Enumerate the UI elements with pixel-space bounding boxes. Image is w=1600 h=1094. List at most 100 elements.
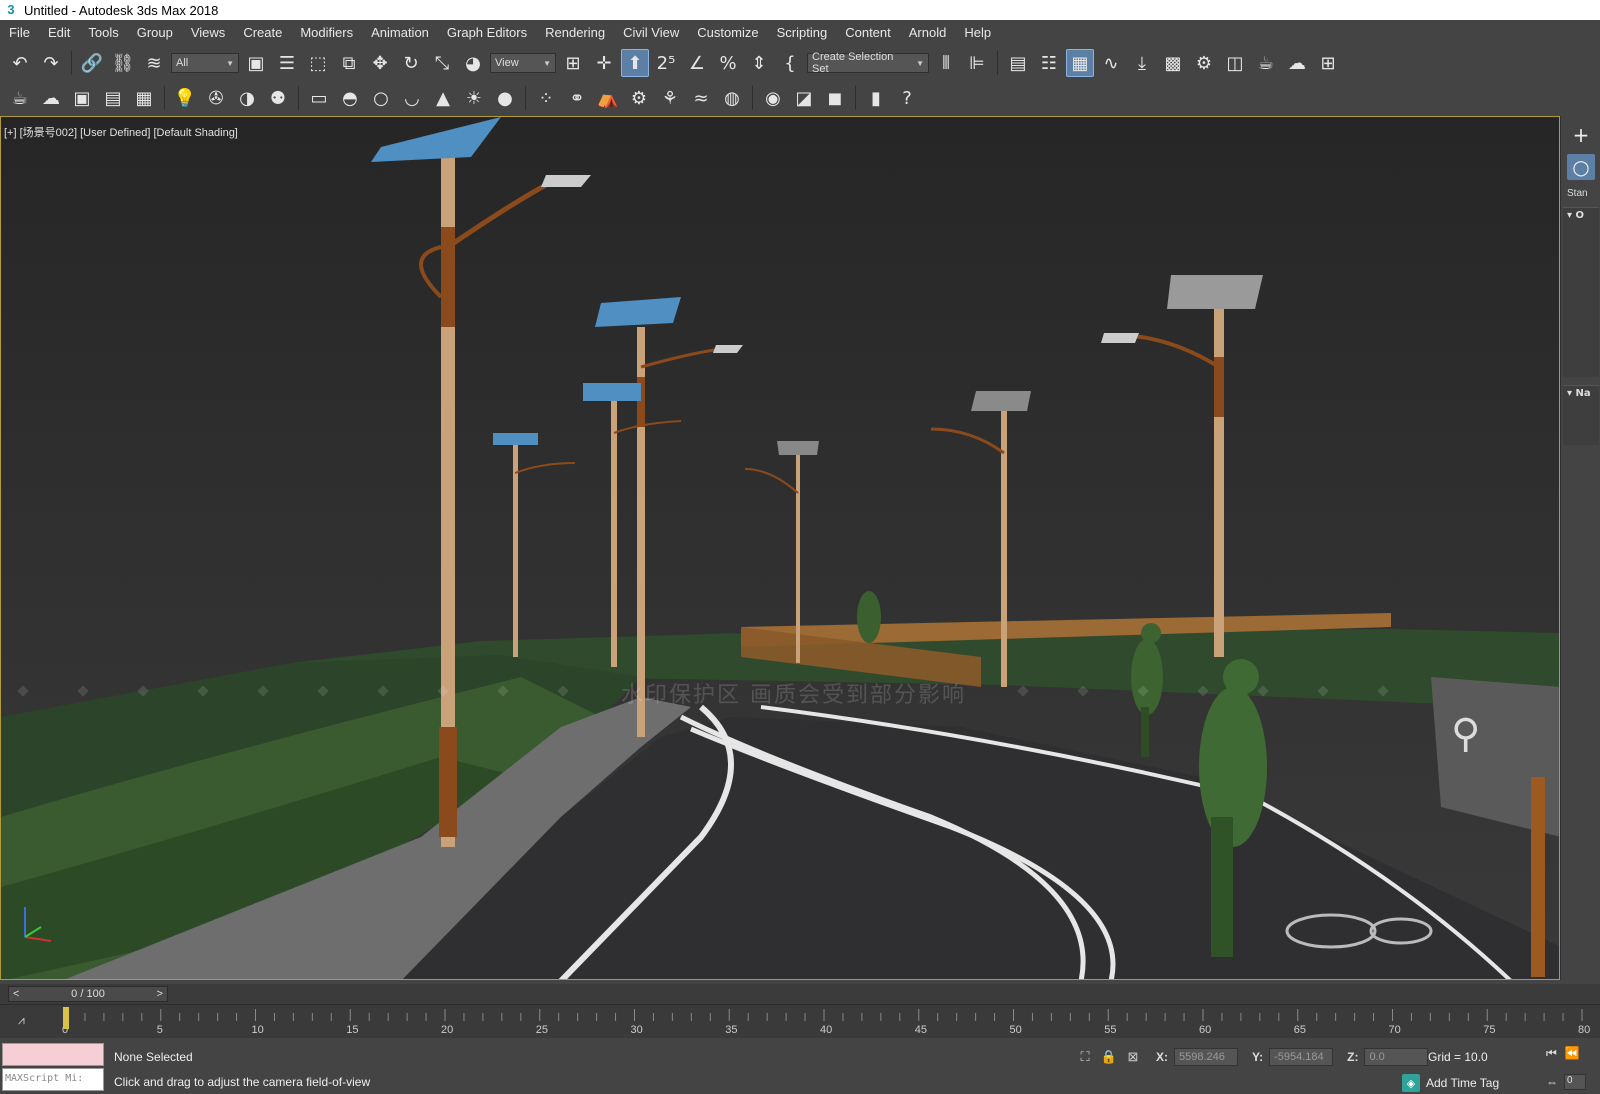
menu-civil-view[interactable]: Civil View [614, 25, 688, 40]
menu-file[interactable]: File [0, 25, 39, 40]
geometry-category-icon[interactable]: ○ [1567, 154, 1595, 180]
add-time-tag[interactable]: ◈ Add Time Tag [1402, 1074, 1499, 1092]
maxscript-output[interactable] [2, 1043, 104, 1066]
menu-graph-editors[interactable]: Graph Editors [438, 25, 536, 40]
render-view-icon[interactable]: ◼ [821, 84, 849, 112]
menu-content[interactable]: Content [836, 25, 900, 40]
curve-editor-icon[interactable]: ∿ [1097, 49, 1125, 77]
table-icon[interactable]: ▦ [130, 84, 158, 112]
bowl-icon[interactable]: ◡ [398, 84, 426, 112]
x-field[interactable]: 5598.246 [1174, 1048, 1238, 1066]
menu-rendering[interactable]: Rendering [536, 25, 614, 40]
named-selection-dropdown[interactable]: Create Selection Set ▼ [807, 51, 929, 75]
mirror-icon[interactable]: ⫴ [932, 49, 960, 77]
place-icon[interactable]: ◕ [459, 49, 487, 77]
menu-modifiers[interactable]: Modifiers [291, 25, 362, 40]
link-icon[interactable]: 🔗 [78, 49, 106, 77]
keyboard-shortcut-override-icon[interactable]: ⬆ [621, 49, 649, 77]
scene-explorer-icon[interactable]: ▤ [1004, 49, 1032, 77]
camera-icon[interactable]: ✇ [202, 84, 230, 112]
select-by-name-icon[interactable]: ☰ [273, 49, 301, 77]
render-iterative-icon[interactable]: ☁ [1283, 49, 1311, 77]
track-bar[interactable]: ⩘ 0 5 10 15 20 25 30 35 40 45 50 55 60 65 70 75 80 [0, 1004, 1600, 1038]
maxscript-listener[interactable]: MAXScript Mi: [2, 1043, 104, 1093]
redo-icon[interactable]: ↷ [37, 49, 65, 77]
absolute-mode-icon[interactable]: ⊠ [1124, 1049, 1142, 1065]
light-bulb-icon[interactable]: 💡 [171, 84, 199, 112]
name-color-rollout[interactable]: ▾ Na [1563, 385, 1599, 445]
fur-ball-icon[interactable]: ◍ [718, 84, 746, 112]
menu-tools[interactable]: Tools [79, 25, 127, 40]
pivot-center-icon[interactable]: ⊞ [559, 49, 587, 77]
key-mode-icon[interactable]: ⇔ [1546, 1075, 1558, 1089]
sphere-light-icon[interactable]: ○ [367, 84, 395, 112]
time-slider[interactable]: < 0 / 100 > [8, 986, 168, 1002]
molecule-icon[interactable]: ⚭ [563, 84, 591, 112]
layer-explorer-icon[interactable]: ☷ [1035, 49, 1063, 77]
previous-frame-icon[interactable]: ⏪ [1565, 1046, 1580, 1061]
menu-help[interactable]: Help [955, 25, 1000, 40]
current-frame-field[interactable]: 0 [1564, 1074, 1586, 1090]
schematic-view-icon[interactable]: ⤓ [1128, 49, 1156, 77]
plane-icon[interactable]: ▭ [305, 84, 333, 112]
film-icon[interactable]: ⚉ [264, 84, 292, 112]
help-icon[interactable]: ? [893, 84, 921, 112]
rendered-frame-window-icon[interactable]: ◫ [1221, 49, 1249, 77]
list-icon[interactable]: ▤ [99, 84, 127, 112]
disc-icon[interactable]: ● [491, 84, 519, 112]
dome-icon[interactable]: ◓ [336, 84, 364, 112]
align-icon[interactable]: ⊫ [963, 49, 991, 77]
maxscript-input[interactable]: MAXScript Mi: [2, 1068, 104, 1091]
render-frame-icon[interactable]: ▣ [68, 84, 96, 112]
render-production-icon[interactable]: ☕ [1252, 49, 1280, 77]
y-field[interactable]: -5954.184 [1269, 1048, 1334, 1066]
spinner-snap-icon[interactable]: ⇕ [745, 49, 773, 77]
selection-filter-dropdown[interactable]: All ▼ [171, 53, 239, 73]
particles-icon[interactable]: ⁘ [532, 84, 560, 112]
tent-icon[interactable]: ⛺ [594, 84, 622, 112]
sun-icon[interactable]: ☀ [460, 84, 488, 112]
percent-snap-icon[interactable]: % [714, 49, 742, 77]
teapot-icon[interactable]: ☕ [6, 84, 34, 112]
render-setup-icon[interactable]: ⚙ [1190, 49, 1218, 77]
time-next-button[interactable]: > [153, 988, 167, 1000]
cone-icon[interactable]: ▲ [429, 84, 457, 112]
lock-icon[interactable]: 🔒 [1100, 1049, 1118, 1065]
rectangular-selection-icon[interactable]: ⬚ [304, 49, 332, 77]
rotate-icon[interactable]: ↻ [397, 49, 425, 77]
render-in-cloud-icon[interactable]: ⊞ [1314, 49, 1342, 77]
unlink-icon[interactable]: ⛓ [109, 49, 137, 77]
sound-icon[interactable]: ◑ [233, 84, 261, 112]
bind-spacewarp-icon[interactable]: ≋ [140, 49, 168, 77]
material-editor-icon[interactable]: ▩ [1159, 49, 1187, 77]
time-prev-button[interactable]: < [9, 988, 23, 1000]
material-sphere-icon[interactable]: ◉ [759, 84, 787, 112]
window-crossing-icon[interactable]: ⧉ [335, 49, 363, 77]
menu-edit[interactable]: Edit [39, 25, 79, 40]
menu-customize[interactable]: Customize [688, 25, 767, 40]
grass-icon[interactable]: ⚘ [656, 84, 684, 112]
reference-coordinate-dropdown[interactable]: View ▼ [490, 53, 556, 73]
cloud-icon[interactable]: ☁ [37, 84, 65, 112]
isolate-selection-icon[interactable]: ⛶ [1076, 1049, 1094, 1065]
menu-animation[interactable]: Animation [362, 25, 438, 40]
create-panel-icon[interactable]: + [1567, 122, 1595, 148]
object-type-rollout[interactable]: ▾ O [1563, 207, 1599, 377]
angle-snap-icon[interactable]: ∠ [683, 49, 711, 77]
shader-icon[interactable]: ◪ [790, 84, 818, 112]
go-to-start-icon[interactable]: ⏮ [1546, 1046, 1557, 1061]
hair-icon[interactable]: ≈ [687, 84, 715, 112]
viewport[interactable]: ⚲ [+] [场景号002] [User Defined] [Default S… [0, 116, 1560, 980]
current-frame-marker[interactable] [63, 1007, 69, 1029]
menu-scripting[interactable]: Scripting [768, 25, 837, 40]
ribbon-toggle-icon[interactable]: ▦ [1066, 49, 1094, 77]
gear-icon[interactable]: ⚙ [625, 84, 653, 112]
snaps-toggle-icon[interactable]: 2⁵ [652, 49, 680, 77]
menu-group[interactable]: Group [128, 25, 182, 40]
menu-create[interactable]: Create [234, 25, 291, 40]
edit-named-selection-icon[interactable]: { [776, 49, 804, 77]
menu-arnold[interactable]: Arnold [900, 25, 956, 40]
log-icon[interactable]: ▮ [862, 84, 890, 112]
scale-icon[interactable]: ⤡ [428, 49, 456, 77]
category-dropdown[interactable]: Stan [1567, 188, 1600, 199]
